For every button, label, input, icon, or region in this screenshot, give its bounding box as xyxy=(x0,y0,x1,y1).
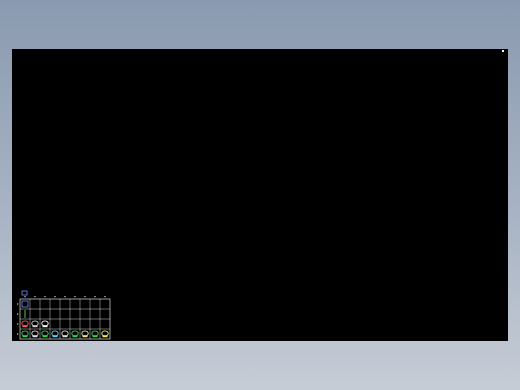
part-symbol-base-icon xyxy=(52,335,58,338)
schedule-row-header-mark xyxy=(17,303,19,305)
part-symbol-base-icon xyxy=(42,325,48,328)
schedule-column-header-mark xyxy=(64,296,66,298)
header-symbol-icon xyxy=(21,300,29,308)
part-symbol-base-icon xyxy=(22,325,28,328)
schedule-column-header-mark xyxy=(94,296,96,298)
part-symbol-base-icon xyxy=(32,325,38,328)
part-symbol-base-icon xyxy=(62,335,68,338)
schedule-column-header-mark xyxy=(54,296,56,298)
part-symbol-base-icon xyxy=(102,335,108,338)
part-symbol-base-icon xyxy=(92,335,98,338)
schedule-column-header-mark xyxy=(74,296,76,298)
schedule-row-header-mark xyxy=(17,333,19,335)
schedule-column-header-mark xyxy=(24,296,26,298)
part-symbol-base-icon xyxy=(42,335,48,338)
drawing-canvas[interactable] xyxy=(12,49,508,341)
part-symbol-base-icon xyxy=(22,335,28,338)
schedule-row-header-mark xyxy=(17,323,19,325)
schedule-column-header-mark xyxy=(34,296,36,298)
schedule-row-header-mark xyxy=(17,313,19,315)
part-symbol-base-icon xyxy=(72,335,78,338)
schedule-column-header-mark xyxy=(104,296,106,298)
schedule-title-symbol-icon xyxy=(21,290,28,296)
cad-drawing-viewport[interactable] xyxy=(12,49,508,341)
schedule-column-header-mark xyxy=(44,296,46,298)
part-symbol-base-icon xyxy=(82,335,88,338)
schedule-column-header-mark xyxy=(84,296,86,298)
part-symbol-base-icon xyxy=(32,335,38,338)
